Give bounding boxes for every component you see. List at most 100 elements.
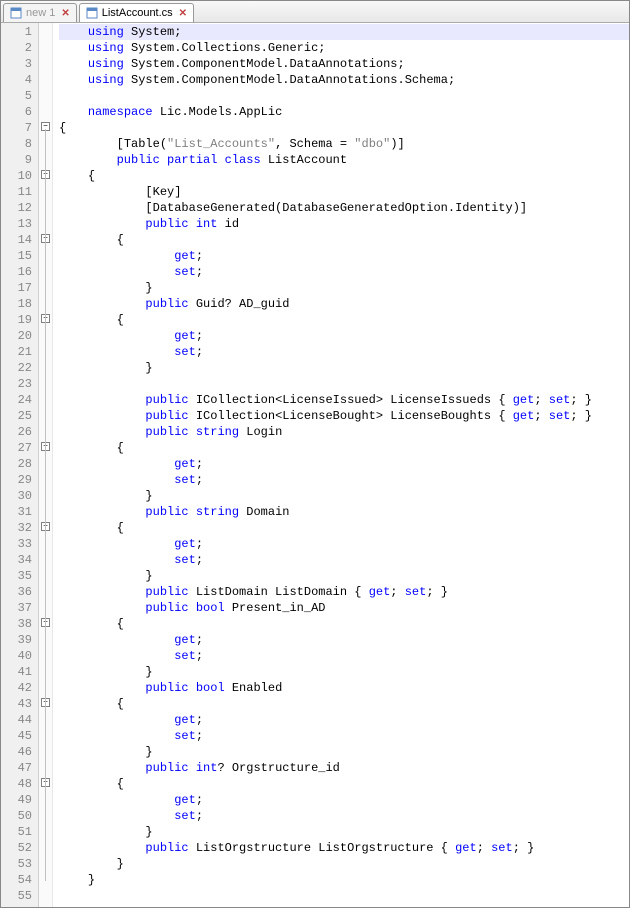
- code-line[interactable]: get;: [59, 248, 629, 264]
- line-number: 9: [1, 152, 32, 168]
- code-line[interactable]: using System;: [59, 24, 629, 40]
- line-number: 23: [1, 376, 32, 392]
- line-number: 41: [1, 664, 32, 680]
- code-line[interactable]: {: [59, 168, 629, 184]
- code-line[interactable]: using System.ComponentModel.DataAnnotati…: [59, 56, 629, 72]
- code-line[interactable]: public ICollection<LicenseBought> Licens…: [59, 408, 629, 424]
- code-line[interactable]: {: [59, 520, 629, 536]
- code-line[interactable]: set;: [59, 808, 629, 824]
- code-line[interactable]: set;: [59, 648, 629, 664]
- line-number: 17: [1, 280, 32, 296]
- code-line[interactable]: {: [59, 616, 629, 632]
- code-line[interactable]: {: [59, 120, 629, 136]
- code-line[interactable]: public bool Enabled: [59, 680, 629, 696]
- code-line[interactable]: get;: [59, 632, 629, 648]
- line-number: 27: [1, 440, 32, 456]
- code-line[interactable]: }: [59, 824, 629, 840]
- line-number: 25: [1, 408, 32, 424]
- code-line[interactable]: public Guid? AD_guid: [59, 296, 629, 312]
- line-number: 48: [1, 776, 32, 792]
- line-number: 52: [1, 840, 32, 856]
- code-line[interactable]: {: [59, 696, 629, 712]
- tab-bar: new 1 ✕ ListAccount.cs ✕: [1, 1, 629, 23]
- line-number: 36: [1, 584, 32, 600]
- line-number: 40: [1, 648, 32, 664]
- code-line[interactable]: }: [59, 664, 629, 680]
- code-line[interactable]: [59, 88, 629, 104]
- code-line[interactable]: get;: [59, 456, 629, 472]
- code-line[interactable]: [59, 376, 629, 392]
- code-line[interactable]: public string Login: [59, 424, 629, 440]
- line-number: 7: [1, 120, 32, 136]
- code-line[interactable]: }: [59, 872, 629, 888]
- code-line[interactable]: get;: [59, 712, 629, 728]
- tab-1[interactable]: ListAccount.cs ✕: [79, 3, 194, 22]
- code-editor[interactable]: 1234567891011121314151617181920212223242…: [1, 23, 629, 907]
- code-line[interactable]: {: [59, 440, 629, 456]
- code-line[interactable]: {: [59, 776, 629, 792]
- code-line[interactable]: [Table("List_Accounts", Schema = "dbo")]: [59, 136, 629, 152]
- code-line[interactable]: public int id: [59, 216, 629, 232]
- code-line[interactable]: }: [59, 856, 629, 872]
- line-number: 20: [1, 328, 32, 344]
- line-number: 32: [1, 520, 32, 536]
- line-number: 53: [1, 856, 32, 872]
- line-number: 3: [1, 56, 32, 72]
- line-number: 54: [1, 872, 32, 888]
- code-line[interactable]: public ListOrgstructure ListOrgstructure…: [59, 840, 629, 856]
- code-line[interactable]: }: [59, 360, 629, 376]
- code-line[interactable]: }: [59, 280, 629, 296]
- code-line[interactable]: public bool Present_in_AD: [59, 600, 629, 616]
- code-line[interactable]: set;: [59, 728, 629, 744]
- code-line[interactable]: public int? Orgstructure_id: [59, 760, 629, 776]
- line-number: 8: [1, 136, 32, 152]
- code-line[interactable]: public ListDomain ListDomain { get; set;…: [59, 584, 629, 600]
- code-line[interactable]: set;: [59, 472, 629, 488]
- tab-0[interactable]: new 1 ✕: [3, 3, 77, 22]
- code-line[interactable]: public ICollection<LicenseIssued> Licens…: [59, 392, 629, 408]
- code-line[interactable]: using System.ComponentModel.DataAnnotati…: [59, 72, 629, 88]
- code-line[interactable]: namespace Lic.Models.AppLic: [59, 104, 629, 120]
- code-line[interactable]: using System.Collections.Generic;: [59, 40, 629, 56]
- line-number: 14: [1, 232, 32, 248]
- tab-label: ListAccount.cs: [102, 7, 173, 19]
- code-area[interactable]: using System; using System.Collections.G…: [53, 23, 629, 907]
- fold-column: −−−−−−−−−: [39, 23, 53, 907]
- code-line[interactable]: {: [59, 312, 629, 328]
- line-number: 4: [1, 72, 32, 88]
- code-line[interactable]: }: [59, 488, 629, 504]
- line-number: 45: [1, 728, 32, 744]
- code-line[interactable]: }: [59, 568, 629, 584]
- code-line[interactable]: {: [59, 232, 629, 248]
- line-number: 51: [1, 824, 32, 840]
- line-number: 6: [1, 104, 32, 120]
- line-number: 29: [1, 472, 32, 488]
- code-line[interactable]: [59, 888, 629, 904]
- code-line[interactable]: [DatabaseGenerated(DatabaseGeneratedOpti…: [59, 200, 629, 216]
- line-number: 22: [1, 360, 32, 376]
- close-icon[interactable]: ✕: [61, 8, 69, 19]
- tab-label: new 1: [26, 7, 55, 19]
- line-number: 18: [1, 296, 32, 312]
- code-line[interactable]: [Key]: [59, 184, 629, 200]
- code-line[interactable]: set;: [59, 264, 629, 280]
- code-line[interactable]: get;: [59, 792, 629, 808]
- line-number: 38: [1, 616, 32, 632]
- line-number: 50: [1, 808, 32, 824]
- line-number: 24: [1, 392, 32, 408]
- line-number: 26: [1, 424, 32, 440]
- code-line[interactable]: get;: [59, 328, 629, 344]
- code-line[interactable]: set;: [59, 344, 629, 360]
- line-number: 47: [1, 760, 32, 776]
- code-line[interactable]: public string Domain: [59, 504, 629, 520]
- line-number: 35: [1, 568, 32, 584]
- line-number: 16: [1, 264, 32, 280]
- code-line[interactable]: }: [59, 744, 629, 760]
- line-number: 37: [1, 600, 32, 616]
- code-line[interactable]: get;: [59, 536, 629, 552]
- line-number: 13: [1, 216, 32, 232]
- code-line[interactable]: set;: [59, 552, 629, 568]
- code-line[interactable]: public partial class ListAccount: [59, 152, 629, 168]
- line-number: 12: [1, 200, 32, 216]
- close-icon[interactable]: ✕: [179, 8, 187, 19]
